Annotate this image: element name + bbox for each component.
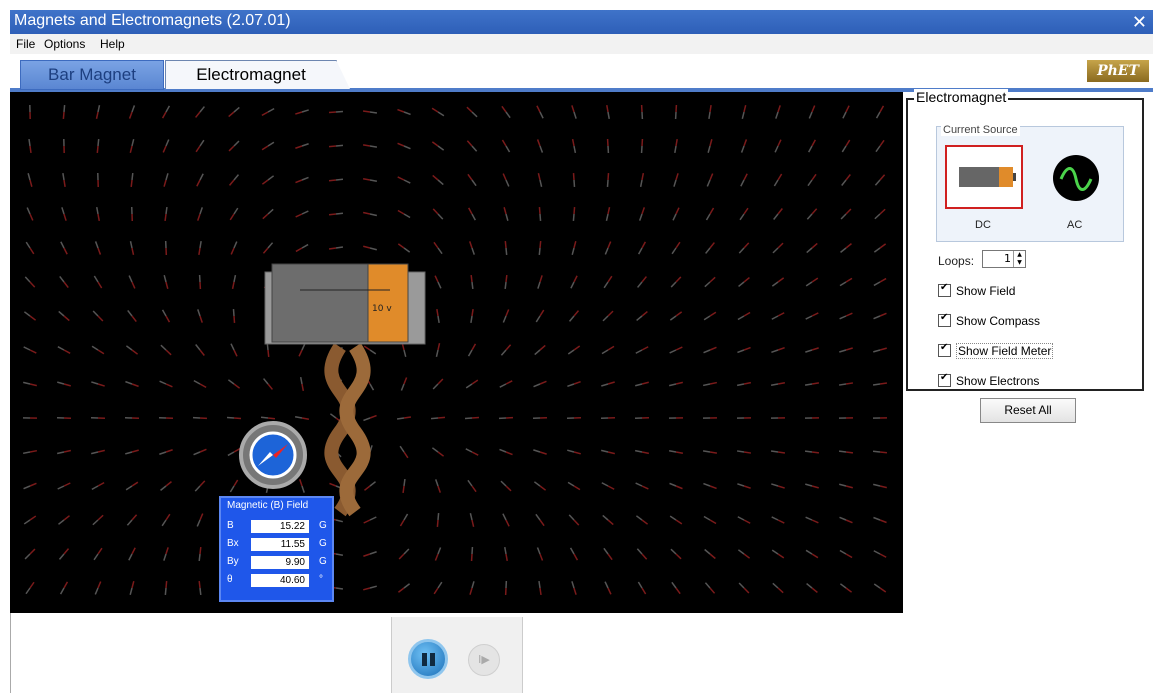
- control-panel: Electromagnet Current Source DC AC Loops…: [903, 89, 1153, 693]
- show-electrons-checkbox[interactable]: Show Electrons: [938, 372, 1039, 388]
- show-field-meter-checkbox[interactable]: Show Field Meter: [938, 342, 1054, 359]
- checkbox-icon: [938, 342, 951, 358]
- show-field-checkbox[interactable]: Show Field: [938, 282, 1015, 298]
- battery-voltage-label: 10 v: [372, 304, 392, 314]
- ac-label: AC: [1067, 219, 1083, 231]
- menu-options[interactable]: Options: [44, 37, 85, 51]
- dc-label: DC: [975, 219, 991, 231]
- field-meter[interactable]: Magnetic (B) Field B 15.22 G Bx 11.55 G By 9.…: [219, 496, 334, 602]
- current-source-group: Current Source DC AC: [936, 124, 1124, 242]
- reset-all-button[interactable]: Reset All: [980, 398, 1076, 423]
- loops-spinner[interactable]: 1 ▲ ▼: [982, 250, 1026, 268]
- current-source-title: Current Source: [941, 124, 1020, 136]
- menu-bar: File Options Help: [10, 34, 1153, 54]
- show-compass-checkbox[interactable]: Show Compass: [938, 312, 1040, 328]
- meter-title: Magnetic (B) Field: [227, 500, 309, 511]
- loops-label: Loops:: [938, 254, 975, 268]
- tab-bar: Bar Magnet Electromagnet PhET: [10, 54, 1153, 92]
- pause-button[interactable]: [408, 639, 448, 679]
- tab-bar-magnet[interactable]: Bar Magnet: [20, 60, 164, 90]
- close-icon[interactable]: ✕: [1132, 12, 1147, 33]
- loops-value: 1: [1004, 252, 1011, 265]
- playback-controls: I▶: [391, 617, 523, 693]
- checkbox-icon: [938, 282, 951, 298]
- battery-body[interactable]: [271, 263, 369, 343]
- electromagnet-group: Electromagnet Current Source DC AC Loops…: [906, 89, 1144, 391]
- checkbox-icon: [938, 312, 951, 328]
- title-bar: Magnets and Electromagnets (2.07.01) ✕: [10, 10, 1153, 34]
- phet-logo: PhET: [1087, 60, 1149, 82]
- battery-cap: [367, 263, 409, 343]
- spinner-arrows-icon[interactable]: ▲ ▼: [1013, 251, 1025, 267]
- panel-title: Electromagnet: [914, 89, 1009, 105]
- window-title: Magnets and Electromagnets (2.07.01): [14, 12, 291, 29]
- electromagnet-assembly: [264, 263, 426, 517]
- checkbox-icon: [938, 372, 951, 388]
- menu-file[interactable]: File: [16, 37, 35, 51]
- ac-source-button[interactable]: [1049, 151, 1103, 205]
- step-button[interactable]: I▶: [468, 644, 500, 676]
- compass[interactable]: [238, 420, 308, 490]
- menu-help[interactable]: Help: [100, 37, 125, 51]
- tab-electromagnet[interactable]: Electromagnet: [165, 60, 350, 89]
- battery-icon: [959, 167, 1016, 187]
- simulation-canvas[interactable]: 10 v: [10, 92, 903, 613]
- dc-source-button[interactable]: [945, 145, 1023, 209]
- ac-wave-icon: [1053, 155, 1099, 201]
